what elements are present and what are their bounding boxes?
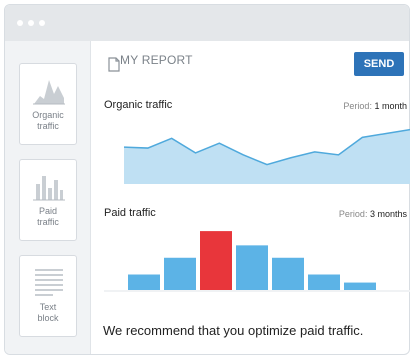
organic-area	[124, 129, 410, 184]
organic-traffic-chart	[123, 128, 410, 184]
window-dot-1[interactable]	[17, 20, 23, 26]
paid-bar	[164, 257, 196, 290]
document-icon	[108, 57, 120, 72]
paid-traffic-chart	[104, 231, 410, 292]
text-lines-icon	[35, 269, 63, 296]
recommendation-text: We recommend that you optimize paid traf…	[103, 323, 364, 338]
paid-period[interactable]: Period: 3 months	[339, 209, 407, 219]
period-label: Period:	[338, 209, 368, 219]
paid-baseline	[104, 290, 410, 292]
paid-bar	[236, 245, 268, 290]
sidebar-item-organic-traffic[interactable]: Organic traffic	[19, 63, 77, 145]
sidebar-item-paid-traffic[interactable]: Paid traffic	[19, 159, 77, 241]
title-bar	[5, 5, 409, 41]
report-title: MY REPORT	[120, 53, 193, 67]
bar-chart-icon	[33, 176, 65, 201]
area-chart-icon	[33, 80, 65, 105]
sidebar-item-label: Organic traffic	[32, 110, 64, 131]
period-value: 1 month	[374, 101, 407, 111]
paid-bar	[308, 274, 340, 290]
window-dot-3[interactable]	[39, 20, 45, 26]
paid-traffic-title: Paid traffic	[104, 207, 156, 219]
paid-bar	[272, 257, 304, 290]
paid-bar	[344, 282, 376, 290]
window-dot-2[interactable]	[28, 20, 34, 26]
period-value: 3 months	[369, 209, 407, 219]
sidebar-item-label: Text block	[37, 302, 59, 323]
widget-sidebar: Organic traffic Paid traffic Text block	[5, 41, 91, 354]
sidebar-item-text-block[interactable]: Text block	[19, 255, 77, 337]
paid-bar	[128, 274, 160, 290]
paid-bar	[200, 231, 232, 290]
send-button[interactable]: SEND	[354, 52, 404, 76]
organic-traffic-title: Organic traffic	[104, 99, 173, 111]
sidebar-item-label: Paid traffic	[37, 206, 59, 227]
period-label: Period:	[343, 101, 372, 111]
organic-period[interactable]: Period: 1 month	[343, 101, 407, 111]
